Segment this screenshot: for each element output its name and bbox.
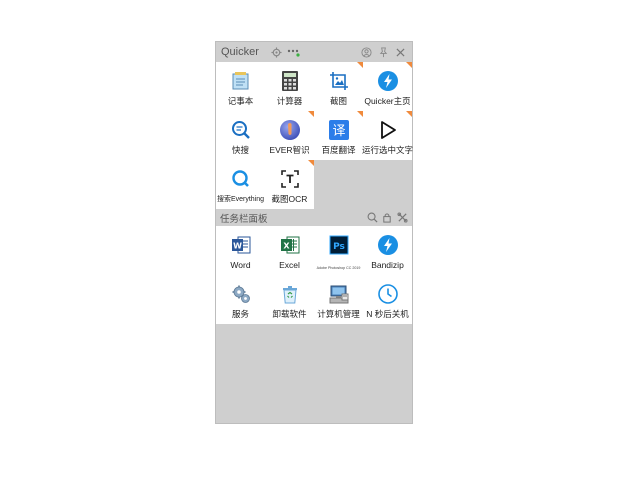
action-notepad[interactable]: 记事本 [216,62,265,111]
title-bar: Quicker [216,42,412,62]
svg-text:X: X [283,242,290,251]
notepad-icon [229,69,253,93]
ocr-icon [278,167,302,191]
action-run-selected-text[interactable]: 运行选中文字 [362,111,414,160]
action-everything-search[interactable]: 搜索Everything [216,160,265,209]
action-quicker-home[interactable]: Quicker主页 [363,62,412,111]
action-label: 计算器 [276,96,303,106]
action-label: 百度翻译 [321,145,356,155]
settings-icon[interactable] [270,45,284,59]
uninstall-icon [278,282,302,306]
quicker-panel: Quicker 记事本 计算器 截图 Quicker主页 快搜 EVER智识 译… [215,41,413,424]
action-baidu-translate[interactable]: 译 百度翻译 [314,111,363,160]
svg-text:Ps: Ps [333,242,345,252]
action-screenshot[interactable]: 截图 [314,62,363,111]
photoshop-icon: Ps [327,233,351,257]
app-bandizip[interactable]: Bandizip [363,226,412,275]
taskbar-section-header: 任务栏面板 [216,209,412,226]
app-word[interactable]: W Word [216,226,265,275]
ever-icon [278,118,302,142]
action-label: 运行选中文字 [362,145,414,155]
more-icon[interactable] [287,45,301,59]
badge-corner [406,62,412,68]
everything-search-icon [229,167,253,191]
action-grid: 记事本 计算器 截图 Quicker主页 快搜 EVER智识 译 百度翻译 运行… [216,62,414,209]
action-label: 搜索Everything [216,196,265,203]
word-icon: W [229,233,253,257]
excel-icon: X [278,233,302,257]
app-excel[interactable]: X Excel [265,226,314,275]
quicker-home-icon [376,69,400,93]
svg-text:W: W [233,242,242,251]
app-shutdown-timer[interactable]: N 秒后关机 [363,275,412,324]
run-text-icon [376,118,400,142]
badge-corner [406,111,412,117]
app-label: Adobe Photoshop CC 2019 [316,266,361,270]
user-icon[interactable] [359,45,373,59]
bandizip-icon [376,233,400,257]
services-icon [229,282,253,306]
app-photoshop[interactable]: Ps Adobe Photoshop CC 2019 [314,226,363,275]
pin-icon[interactable] [376,45,390,59]
close-icon[interactable] [393,45,407,59]
translate-icon: 译 [327,118,351,142]
quick-search-icon [229,118,253,142]
app-label: N 秒后关机 [366,309,409,319]
action-label: 快搜 [231,145,249,155]
section-title: 任务栏面板 [220,213,268,225]
app-label: Excel [279,260,300,270]
action-label: 记事本 [227,96,254,106]
action-screenshot-ocr[interactable]: 截图OCR [265,160,314,209]
app-services[interactable]: 服务 [216,275,265,324]
action-label: Quicker主页 [364,96,411,106]
action-label: 截图 [329,96,347,106]
app-label: Bandizip [371,260,404,270]
calculator-icon [278,69,302,93]
lock-icon[interactable] [381,212,393,224]
computer-management-icon [327,282,351,306]
app-label: Word [230,260,251,270]
app-label: 卸载软件 [272,309,307,319]
app-label: 计算机管理 [317,309,360,319]
action-ever[interactable]: EVER智识 [265,111,314,160]
tools-icon[interactable] [396,212,408,224]
action-label: 截图OCR [271,194,308,204]
search-icon[interactable] [366,212,378,224]
app-computer-management[interactable]: 计算机管理 [314,275,363,324]
badge-corner [308,160,314,166]
action-calculator[interactable]: 计算器 [265,62,314,111]
action-label: EVER智识 [269,145,310,155]
shutdown-timer-icon [376,282,400,306]
app-uninstall[interactable]: 卸载软件 [265,275,314,324]
taskbar-grid: W Word X Excel Ps Adobe Photoshop CC 201… [216,226,412,324]
screenshot-icon [327,69,351,93]
app-title: Quicker [221,46,259,58]
svg-text:译: 译 [332,124,345,139]
action-quick-search[interactable]: 快搜 [216,111,265,160]
app-label: 服务 [231,309,249,319]
